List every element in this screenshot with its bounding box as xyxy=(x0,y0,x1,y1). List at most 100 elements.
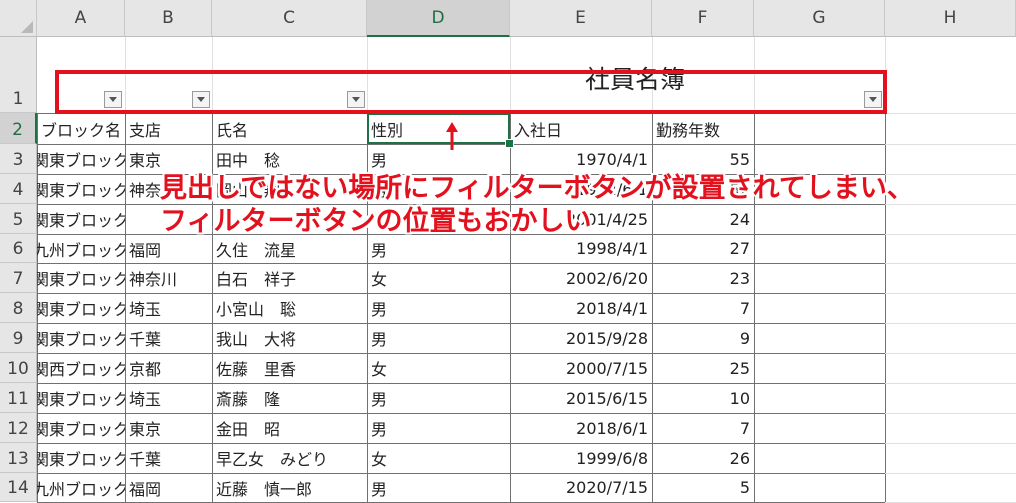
row-header-5[interactable]: 5 xyxy=(0,204,37,234)
header-cell[interactable]: 勤務年数 xyxy=(652,113,754,144)
table-cell[interactable]: 24 xyxy=(652,204,754,234)
table-cell[interactable]: 斎藤 隆 xyxy=(212,383,367,413)
table-cell[interactable]: 2015/9/28 xyxy=(510,323,652,353)
table-cell[interactable]: 近藤 慎一郎 xyxy=(212,473,367,502)
table-cell[interactable]: 福岡 xyxy=(125,234,212,263)
table-cell[interactable]: 7 xyxy=(652,413,754,443)
table-cell[interactable]: 男 xyxy=(367,413,510,443)
table-cell[interactable]: 9 xyxy=(652,323,754,353)
column-header-h[interactable]: H xyxy=(885,0,1016,37)
table-cell[interactable]: 男 xyxy=(367,383,510,413)
gridline xyxy=(885,353,1016,354)
table-cell[interactable]: 関東ブロック xyxy=(37,413,125,443)
table-cell[interactable]: 男 xyxy=(367,293,510,323)
column-header-c[interactable]: C xyxy=(212,0,367,37)
gridline xyxy=(885,413,1016,414)
table-cell[interactable]: 関西ブロック xyxy=(37,353,125,383)
table-cell[interactable]: 1999/6/8 xyxy=(510,443,652,473)
column-header-g[interactable]: G xyxy=(754,0,885,37)
row-header-11[interactable]: 11 xyxy=(0,383,37,413)
header-cell[interactable]: 氏名 xyxy=(212,113,367,144)
header-cell[interactable]: 支店 xyxy=(125,113,212,144)
table-cell[interactable]: 2018/4/1 xyxy=(510,293,652,323)
table-cell[interactable]: 東京 xyxy=(125,413,212,443)
table-cell[interactable]: 男 xyxy=(367,323,510,353)
row-header-3[interactable]: 3 xyxy=(0,144,37,174)
table-cell[interactable]: 25 xyxy=(652,353,754,383)
table-cell[interactable]: 1998/4/1 xyxy=(510,234,652,263)
table-cell[interactable]: 2000/7/15 xyxy=(510,353,652,383)
select-all-corner[interactable] xyxy=(0,0,37,37)
row-header-14[interactable]: 14 xyxy=(0,473,37,502)
table-cell[interactable]: 関東ブロック xyxy=(37,174,125,204)
table-cell[interactable]: 福岡 xyxy=(125,473,212,502)
table-cell[interactable]: 早乙女 みどり xyxy=(212,443,367,473)
row-header-1[interactable]: 1 xyxy=(0,37,37,113)
column-header-e[interactable]: E xyxy=(510,0,652,37)
spreadsheet: ABCDEFGH 1 2 3 4 5 6 7 8 9 10 11 12 13 14 ブロック名 支店 氏名 性別… xyxy=(0,0,1016,503)
row-header-9[interactable]: 9 xyxy=(0,323,37,353)
table-cell[interactable]: 27 xyxy=(652,234,754,263)
table-cell[interactable]: 関東ブロック xyxy=(37,323,125,353)
gridline xyxy=(885,263,1016,264)
table-cell[interactable]: 23 xyxy=(652,263,754,293)
table-cell[interactable]: 関東ブロック xyxy=(37,443,125,473)
fill-handle[interactable] xyxy=(505,139,514,148)
table-cell[interactable]: 2002/6/20 xyxy=(510,263,652,293)
row-header-4[interactable]: 4 xyxy=(0,174,37,204)
row-header-8[interactable]: 8 xyxy=(0,293,37,323)
row-header-13[interactable]: 13 xyxy=(0,443,37,473)
table-cell[interactable]: 女 xyxy=(367,443,510,473)
row-header-7[interactable]: 7 xyxy=(0,263,37,293)
column-header-a[interactable]: A xyxy=(37,0,125,37)
table-cell[interactable]: 2015/6/15 xyxy=(510,383,652,413)
table-cell[interactable]: 千葉 xyxy=(125,323,212,353)
table-cell[interactable]: 神奈川 xyxy=(125,263,212,293)
table-cell[interactable]: 金田 昭 xyxy=(212,413,367,443)
table-cell[interactable]: 2020/7/15 xyxy=(510,473,652,502)
table-cell[interactable]: 女 xyxy=(367,263,510,293)
table-cell[interactable]: 我山 大将 xyxy=(212,323,367,353)
annotation-line-2: フィルターボタンの位置もおかしい xyxy=(160,206,592,237)
table-cell[interactable]: 女 xyxy=(367,353,510,383)
gridline xyxy=(885,443,1016,444)
column-header-b[interactable]: B xyxy=(125,0,212,37)
table-cell[interactable]: 白石 祥子 xyxy=(212,263,367,293)
arrow-up-icon xyxy=(446,122,458,150)
table-cell[interactable]: 関東ブロック xyxy=(37,383,125,413)
table-cell[interactable]: 埼玉 xyxy=(125,293,212,323)
column-header-d[interactable]: D xyxy=(367,0,510,37)
row-header-10[interactable]: 10 xyxy=(0,353,37,383)
table-cell[interactable]: 5 xyxy=(652,473,754,502)
table-cell[interactable]: 男 xyxy=(367,473,510,502)
table-cell[interactable]: 関東ブロック xyxy=(37,293,125,323)
gridline xyxy=(885,473,1016,474)
gridline xyxy=(885,383,1016,384)
table-cell[interactable]: 佐藤 里香 xyxy=(212,353,367,383)
row-header-12[interactable]: 12 xyxy=(0,413,37,443)
header-cell[interactable]: 入社日 xyxy=(510,113,652,144)
table-cell[interactable]: 九州ブロック xyxy=(37,473,125,502)
active-cell-border xyxy=(367,113,510,144)
table-cell[interactable]: 久住 流星 xyxy=(212,234,367,263)
table-cell[interactable]: 7 xyxy=(652,293,754,323)
gridline xyxy=(885,234,1016,235)
gridline xyxy=(885,113,1016,114)
table-cell[interactable]: 京都 xyxy=(125,353,212,383)
table-cell[interactable]: 10 xyxy=(652,383,754,413)
table-cell[interactable]: 2018/6/1 xyxy=(510,413,652,443)
table-cell[interactable]: 26 xyxy=(652,443,754,473)
table-cell[interactable]: 関東ブロック xyxy=(37,204,125,234)
header-cell[interactable]: ブロック名 xyxy=(37,113,125,144)
row-header-2[interactable]: 2 xyxy=(0,113,37,144)
table-cell[interactable]: 男 xyxy=(367,234,510,263)
row-header-6[interactable]: 6 xyxy=(0,234,37,263)
table-cell[interactable]: 九州ブロック xyxy=(37,234,125,263)
table-cell[interactable]: 小宮山 聡 xyxy=(212,293,367,323)
table-cell[interactable]: 千葉 xyxy=(125,443,212,473)
gridline xyxy=(885,323,1016,324)
table-cell[interactable]: 関東ブロック xyxy=(37,144,125,174)
table-cell[interactable]: 埼玉 xyxy=(125,383,212,413)
table-cell[interactable]: 関東ブロック xyxy=(37,263,125,293)
column-header-f[interactable]: F xyxy=(652,0,754,37)
